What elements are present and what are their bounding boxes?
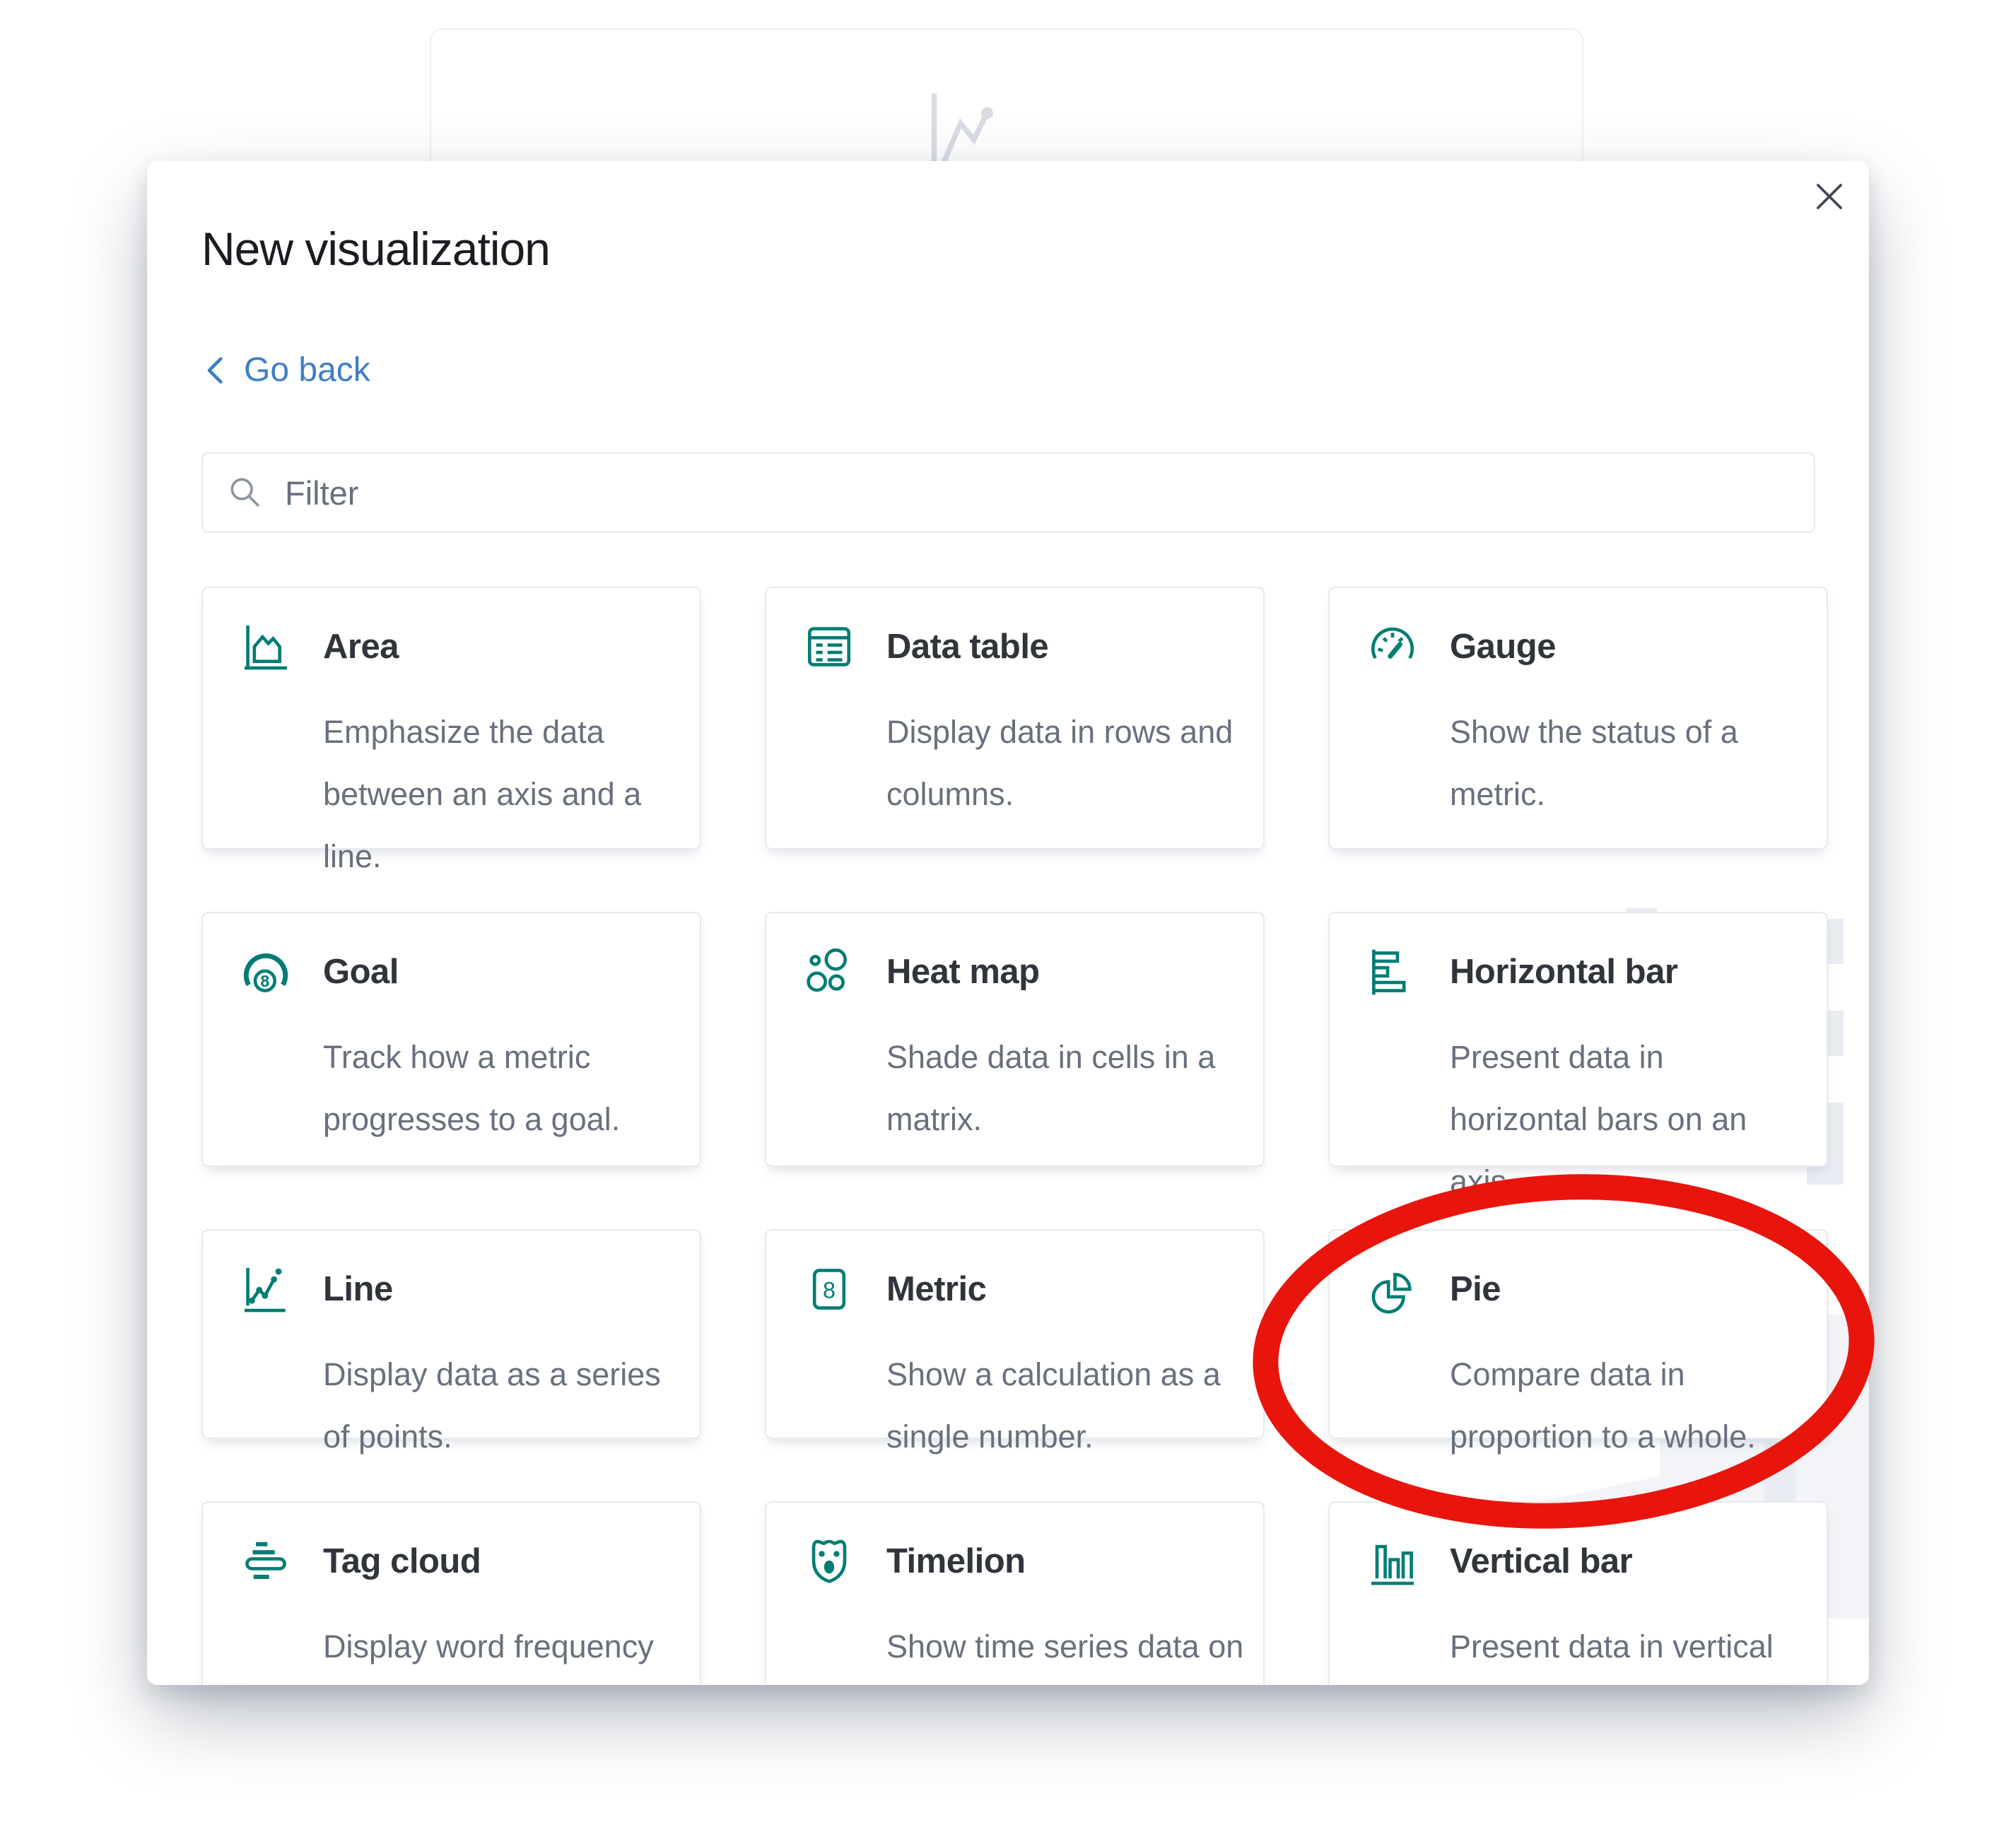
vis-card-description: Show a calculation as a single number. (886, 1344, 1247, 1468)
vis-card-title: Timelion (886, 1542, 1026, 1581)
vis-card-title: Horizontal bar (1450, 952, 1677, 992)
vis-card-description: Track how a metric progresses to a goal. (323, 1026, 684, 1151)
new-visualization-modal: New visualization Go back Area Emphasize… (147, 161, 1869, 1685)
vis-card-metric[interactable]: Metric Show a calculation as a single nu… (765, 1229, 1265, 1439)
vis-card-description: Display word frequency with font size. (323, 1616, 684, 1685)
vis-type-grid: Area Emphasize the data between an axis … (201, 587, 1828, 1685)
vis-card-description: Present data in horizontal bars on an ax… (1450, 1026, 1810, 1213)
vis-card-title: Pie (1450, 1269, 1501, 1309)
vis-card-description: Shade data in cells in a matrix. (886, 1026, 1247, 1151)
modal-title: New visualization (201, 222, 550, 276)
vis-card-title: Vertical bar (1450, 1542, 1632, 1581)
vis-card-title: Line (323, 1269, 393, 1309)
vis-card-description: Display data in rows and columns. (886, 701, 1247, 826)
vis-card-heat-map[interactable]: Heat map Shade data in cells in a matrix… (765, 912, 1265, 1167)
vertical-bar-icon (1366, 1535, 1419, 1587)
vis-card-description: Show time series data on a graph. (886, 1616, 1247, 1685)
vis-card-title: Tag cloud (323, 1542, 481, 1581)
filter-input[interactable] (283, 473, 1814, 513)
goal-icon (240, 946, 292, 998)
vis-card-data-table[interactable]: Data table Display data in rows and colu… (765, 587, 1265, 850)
tag-cloud-icon (240, 1535, 292, 1587)
go-back-label: Go back (244, 351, 370, 389)
search-icon (227, 474, 264, 511)
horizontal-bar-icon (1366, 946, 1419, 998)
vis-card-title: Heat map (886, 952, 1040, 992)
vis-card-gauge[interactable]: Gauge Show the status of a metric. (1328, 587, 1828, 850)
metric-icon (803, 1263, 855, 1315)
vis-card-description: Emphasize the data between an axis and a… (323, 701, 684, 888)
vis-card-title: Gauge (1450, 627, 1556, 667)
close-button[interactable] (1810, 177, 1849, 216)
data-table-icon (803, 621, 855, 673)
vis-card-title: Metric (886, 1269, 986, 1309)
vis-card-pie[interactable]: Pie Compare data in proportion to a whol… (1328, 1229, 1828, 1439)
vis-card-tag-cloud[interactable]: Tag cloud Display word frequency with fo… (201, 1501, 701, 1685)
heat-map-icon (803, 946, 855, 998)
chevron-left-icon (201, 356, 227, 385)
gauge-icon (1366, 621, 1419, 673)
vis-card-timelion[interactable]: Timelion Show time series data on a grap… (765, 1501, 1265, 1685)
vis-card-description: Compare data in proportion to a whole. (1450, 1344, 1810, 1468)
vis-card-description: Display data as a series of points. (323, 1344, 684, 1468)
vis-card-area[interactable]: Area Emphasize the data between an axis … (201, 587, 701, 850)
timelion-icon (803, 1535, 855, 1587)
vis-card-goal[interactable]: Goal Track how a metric progresses to a … (201, 912, 701, 1167)
vis-card-line[interactable]: Line Display data as a series of points. (201, 1229, 701, 1439)
pie-chart-icon (1366, 1263, 1419, 1315)
filter-field (201, 452, 1815, 533)
area-chart-icon (240, 621, 292, 673)
vis-card-title: Data table (886, 627, 1048, 667)
vis-card-vertical-bar[interactable]: Vertical bar Present data in vertical ba… (1328, 1501, 1828, 1685)
line-chart-icon (240, 1263, 292, 1315)
vis-card-horizontal-bar[interactable]: Horizontal bar Present data in horizonta… (1328, 912, 1828, 1167)
vis-card-description: Present data in vertical bars on an axis… (1450, 1616, 1810, 1685)
vis-card-title: Area (323, 627, 399, 667)
vis-card-description: Show the status of a metric. (1450, 701, 1810, 826)
go-back-link[interactable]: Go back (201, 351, 370, 389)
vis-card-title: Goal (323, 952, 399, 992)
close-icon (1813, 180, 1846, 213)
